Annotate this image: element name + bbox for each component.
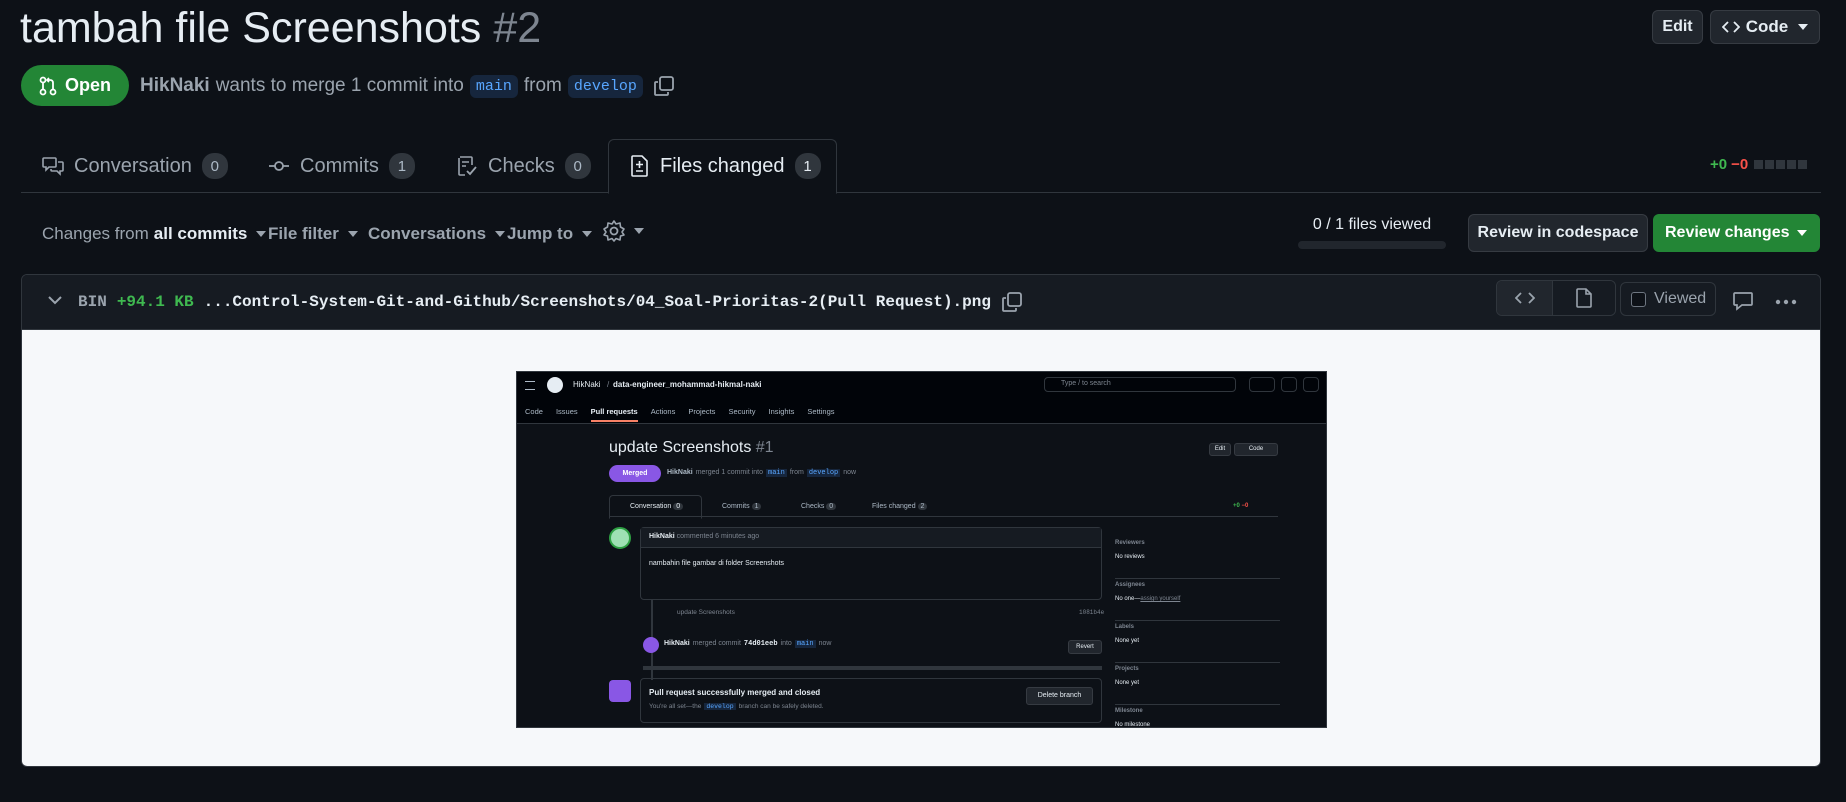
image-preview: HikNaki / data-engineer_mohammad-hikmal-… [516, 371, 1327, 728]
from-text: from [523, 75, 562, 96]
git-commit-icon [268, 159, 290, 173]
preview-closed-title: Pull request successfully merged and clo… [649, 688, 821, 697]
tab-commits[interactable]: Commits 1 [268, 140, 415, 192]
code-icon [1721, 20, 1740, 34]
pr-status-badge: Open [21, 65, 129, 106]
git-pull-request-icon [39, 76, 57, 96]
view-toggle [1496, 280, 1616, 316]
preview-owner: HikNaki [573, 380, 601, 389]
file-filter-dropdown[interactable]: File filter [268, 222, 358, 246]
preview-tabs [609, 497, 1278, 517]
pr-title: tambah file Screenshots [20, 4, 482, 52]
jump-to-dropdown[interactable]: Jump to [507, 222, 593, 246]
file-diff-icon [630, 155, 650, 177]
preview-separator [643, 666, 1102, 670]
viewed-checkbox[interactable] [1631, 291, 1646, 307]
preview-edit-button: Edit [1209, 443, 1231, 456]
hamburger-icon [525, 381, 535, 390]
pr-number: #2 [493, 4, 542, 52]
preview-tab-conversation: Conversation 0 [609, 495, 702, 519]
preview-repo: data-engineer_mohammad-hikmal-naki [613, 380, 762, 389]
file-icon [1576, 288, 1592, 308]
preview-nav: Code Issues Pull requests Actions Projects Se… [525, 407, 835, 422]
viewed-toggle[interactable]: Viewed [1620, 282, 1716, 316]
tab-count: 1 [794, 153, 821, 179]
head-branch[interactable]: develop [567, 74, 643, 98]
conversations-dropdown[interactable]: Conversations [368, 222, 506, 246]
preview-search-placeholder: Type / to search [1061, 380, 1111, 387]
preview-merged-line: HikNaki merged commit 74d01eeb into main now [664, 640, 832, 648]
pr-author-link[interactable]: HikNaki [140, 75, 210, 97]
files-viewed-progress [1298, 241, 1446, 249]
tab-count: 0 [201, 153, 228, 179]
diffstat-blocks [1754, 160, 1808, 169]
tab-count: 0 [564, 153, 591, 179]
file-type: BIN [78, 293, 107, 311]
preview-merged-icon [643, 637, 659, 653]
preview-delete-branch-button: Delete branch [1026, 687, 1093, 705]
pr-merge-info: HikNaki wants to merge 1 commit into mai… [140, 72, 675, 100]
tabs-divider [21, 192, 1821, 193]
diffstat: +0 −0 [1710, 156, 1808, 173]
source-view-button[interactable] [1497, 281, 1553, 315]
diff-settings-button[interactable] [602, 219, 644, 243]
file-more-options-button[interactable] [1775, 299, 1797, 305]
files-viewed: 0 / 1 files viewed [1298, 216, 1446, 249]
tab-files-changed[interactable]: Files changed 1 [630, 140, 821, 192]
review-in-codespace-button[interactable]: Review in codespace [1468, 214, 1648, 252]
github-logo-icon [547, 377, 563, 393]
preview-topbar-buttons [1249, 377, 1320, 392]
preview-tab-files: Files changed 2 [872, 503, 928, 510]
diffstat-removed: −0 [1731, 156, 1749, 173]
tab-checks[interactable]: Checks 0 [456, 140, 591, 192]
pr-title-row: tambah file Screenshots #2 [20, 4, 541, 56]
copy-path-icon[interactable] [1001, 291, 1023, 313]
preview-sep: / [607, 380, 610, 389]
preview-sidebar: Reviewers No reviews Assignees No one—assi… [1115, 537, 1280, 727]
preview-comment-body: nambahin file gambar di folder Screensho… [649, 560, 785, 567]
file-size-change: +94.1 KB [116, 293, 194, 311]
merge-text: wants to merge 1 commit into [215, 75, 464, 96]
preview-diffstat: +0 −0 [1233, 503, 1249, 509]
gear-icon [602, 219, 626, 243]
review-changes-button[interactable]: Review changes [1653, 214, 1820, 252]
diffstat-added: +0 [1710, 156, 1728, 173]
preview-merged-badge: Merged [609, 465, 661, 482]
chevron-down-icon [1797, 230, 1807, 236]
preview-merge-line: HikNaki merged 1 commit into main from devel… [667, 469, 857, 477]
tab-count: 1 [388, 153, 415, 179]
preview-title-row: update Screenshots #1 [609, 439, 774, 456]
base-branch[interactable]: main [469, 74, 518, 98]
chevron-down-icon [47, 294, 63, 306]
code-icon [1514, 291, 1535, 305]
comment-discussion-icon [42, 156, 64, 176]
collapse-file-button[interactable] [47, 294, 63, 306]
rich-view-button[interactable] [1553, 281, 1615, 315]
edit-button[interactable]: Edit [1652, 10, 1703, 44]
tab-conversation[interactable]: Conversation 0 [42, 140, 228, 192]
file-info: BIN +94.1 KB ...Control-System-Git-and-G… [78, 291, 1023, 313]
file-path[interactable]: ...Control-System-Git-and-Github/Screens… [204, 293, 991, 311]
copy-icon[interactable] [653, 75, 675, 97]
checklist-icon [456, 155, 478, 177]
preview-avatar [609, 527, 631, 549]
preview-revert-button: Revert [1068, 640, 1102, 654]
code-button[interactable]: Code [1710, 10, 1820, 44]
preview-tab-checks: Checks 0 [801, 503, 837, 510]
preview-merge-box-icon [609, 680, 631, 702]
preview-tab-commits: Commits 1 [722, 503, 762, 510]
chevron-down-icon [1798, 24, 1809, 30]
comment-icon [1732, 291, 1754, 311]
changes-from-dropdown[interactable]: Changes from all commits [42, 222, 267, 246]
comment-on-file-button[interactable] [1732, 291, 1754, 311]
preview-code-button: Code [1234, 443, 1278, 456]
kebab-horizontal-icon [1775, 299, 1797, 305]
preview-commit-msg: update Screenshots [677, 609, 735, 616]
preview-commit-sha: 1081b4e [1079, 609, 1105, 616]
preview-comment-header: HikNaki commented 6 minutes ago [649, 533, 760, 540]
preview-closed-sub: You're all set—the develop branch can be s… [649, 703, 824, 710]
